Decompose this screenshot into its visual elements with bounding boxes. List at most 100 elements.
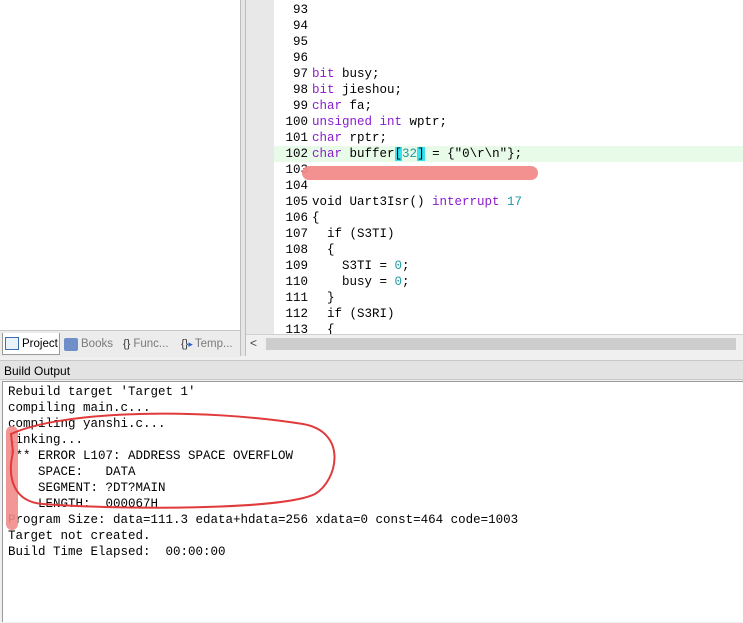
code-line[interactable]: 99 char fa; (274, 98, 743, 114)
code-line[interactable]: 113 { (274, 322, 743, 334)
code-number: 0 (394, 259, 403, 273)
line-number: 111 (285, 291, 308, 305)
code-line[interactable]: 106 { (274, 210, 743, 226)
output-line: Target not created. (8, 529, 151, 543)
code-text: buffer (342, 147, 395, 161)
line-number: 96 (292, 51, 308, 65)
output-line: linking... (8, 433, 84, 447)
tab-functions[interactable]: {} Func... (121, 333, 177, 355)
code-text: S3TI = (312, 259, 395, 273)
build-output-window[interactable]: Rebuild target 'Target 1' compiling main… (2, 381, 743, 622)
code-text: } (312, 291, 335, 305)
bracket-match: ] (417, 147, 425, 161)
code-number: 17 (499, 195, 523, 209)
output-line: SEGMENT: ?DT?MAIN (8, 481, 166, 495)
code-keyword: bit (312, 67, 335, 81)
output-line: Rebuild target 'Target 1' (8, 385, 196, 399)
code-line[interactable]: 101 char rptr; (274, 130, 743, 146)
code-line[interactable]: 112 if (S3RI) (274, 306, 743, 322)
code-line[interactable]: 93 (274, 2, 743, 18)
output-line: compiling yanshi.c... (8, 417, 166, 431)
code-text: if (S3TI) (312, 227, 395, 241)
code-text: busy = (312, 275, 395, 289)
code-line[interactable]: 98 bit jieshou; (274, 82, 743, 98)
code-line[interactable]: 103 (274, 162, 743, 178)
editor-horizontal-scrollbar[interactable]: < (246, 334, 743, 353)
tab-books[interactable]: Books (62, 333, 118, 355)
output-line: LENGTH: 000067H (8, 497, 159, 511)
editor-gutter (246, 0, 274, 334)
tab-templates[interactable]: {}▸ Temp... (179, 333, 239, 355)
code-line[interactable]: 109 S3TI = 0; (274, 258, 743, 274)
code-keyword: bit (312, 83, 335, 97)
code-line[interactable]: 104 (274, 178, 743, 194)
line-number: 102 (285, 147, 308, 161)
output-line: Program Size: data=111.3 edata+hdata=256… (8, 513, 519, 527)
output-line: compiling main.c... (8, 401, 151, 415)
line-number: 112 (285, 307, 308, 321)
line-number: 95 (292, 35, 308, 49)
code-text: if (S3RI) (312, 307, 395, 321)
code-number: 32 (402, 147, 418, 161)
code-text: rptr; (342, 131, 388, 145)
project-tab-bar: Project Books {} Func... {}▸ Temp... (0, 330, 240, 357)
code-text: wptr; (402, 115, 448, 129)
code-editor[interactable]: 93 94 95 96 97 bit busy; 98 bit jieshou; 9… (246, 0, 743, 334)
tab-books-label: Books (81, 338, 113, 350)
line-number: 103 (285, 163, 308, 177)
project-window[interactable] (0, 0, 241, 330)
code-line[interactable]: 96 (274, 50, 743, 66)
code-line[interactable]: 94 (274, 18, 743, 34)
code-text: { (312, 323, 335, 334)
templates-icon: {}▸ (181, 338, 193, 350)
code-keyword: char (312, 99, 343, 113)
code-line[interactable]: 100 unsigned int wptr; (274, 114, 743, 130)
tab-templates-label: Temp... (194, 338, 233, 350)
functions-icon: {} (123, 338, 131, 350)
line-number: 113 (285, 323, 308, 334)
code-text: = {"0\r\n"}; (424, 147, 523, 161)
tab-functions-label: Func... (133, 338, 169, 350)
line-number: 100 (285, 115, 308, 129)
line-number: 105 (285, 195, 308, 209)
bracket-match: [ (394, 147, 403, 161)
project-icon (5, 337, 19, 350)
code-line[interactable]: 108 { (274, 242, 743, 258)
code-text: { (312, 211, 320, 225)
tab-project-label: Project (22, 337, 58, 350)
code-line[interactable]: 110 busy = 0; (274, 274, 743, 290)
code-line-current[interactable]: 102 char buffer[32] = {"0\r\n"}; (274, 146, 743, 162)
line-number: 109 (285, 259, 308, 273)
code-keyword: char (312, 147, 343, 161)
tab-project[interactable]: Project (2, 333, 60, 355)
code-line[interactable]: 105 void Uart3Isr() interrupt 17 (274, 194, 743, 210)
code-keyword: interrupt (432, 195, 500, 209)
line-number: 106 (285, 211, 308, 225)
code-keyword: char (312, 131, 343, 145)
line-number: 107 (285, 227, 308, 241)
books-icon (64, 337, 78, 351)
line-number: 98 (292, 83, 308, 97)
line-number: 110 (285, 275, 308, 289)
code-text: jieshou; (334, 83, 403, 97)
code-line[interactable]: 107 if (S3TI) (274, 226, 743, 242)
line-number: 104 (285, 179, 308, 193)
code-line[interactable]: 97 bit busy; (274, 66, 743, 82)
build-output-title: Build Output (0, 360, 743, 380)
code-number: 0 (394, 275, 403, 289)
output-line-error: *** ERROR L107: ADDRESS SPACE OVERFLOW (8, 449, 294, 463)
code-text: void Uart3Isr() (312, 195, 433, 209)
scrollbar-thumb[interactable] (266, 338, 736, 350)
code-keyword: unsigned int (312, 115, 403, 129)
code-text: ; (402, 275, 410, 289)
code-text: busy; (334, 67, 380, 81)
code-line[interactable]: 111 } (274, 290, 743, 306)
line-number: 94 (292, 19, 308, 33)
line-number: 108 (285, 243, 308, 257)
code-text: ; (402, 259, 410, 273)
code-line[interactable]: 95 (274, 34, 743, 50)
line-number: 99 (292, 99, 308, 113)
code-text: { (312, 243, 335, 257)
line-number: 93 (292, 3, 308, 17)
scroll-left-arrow-icon[interactable]: < (250, 336, 257, 350)
